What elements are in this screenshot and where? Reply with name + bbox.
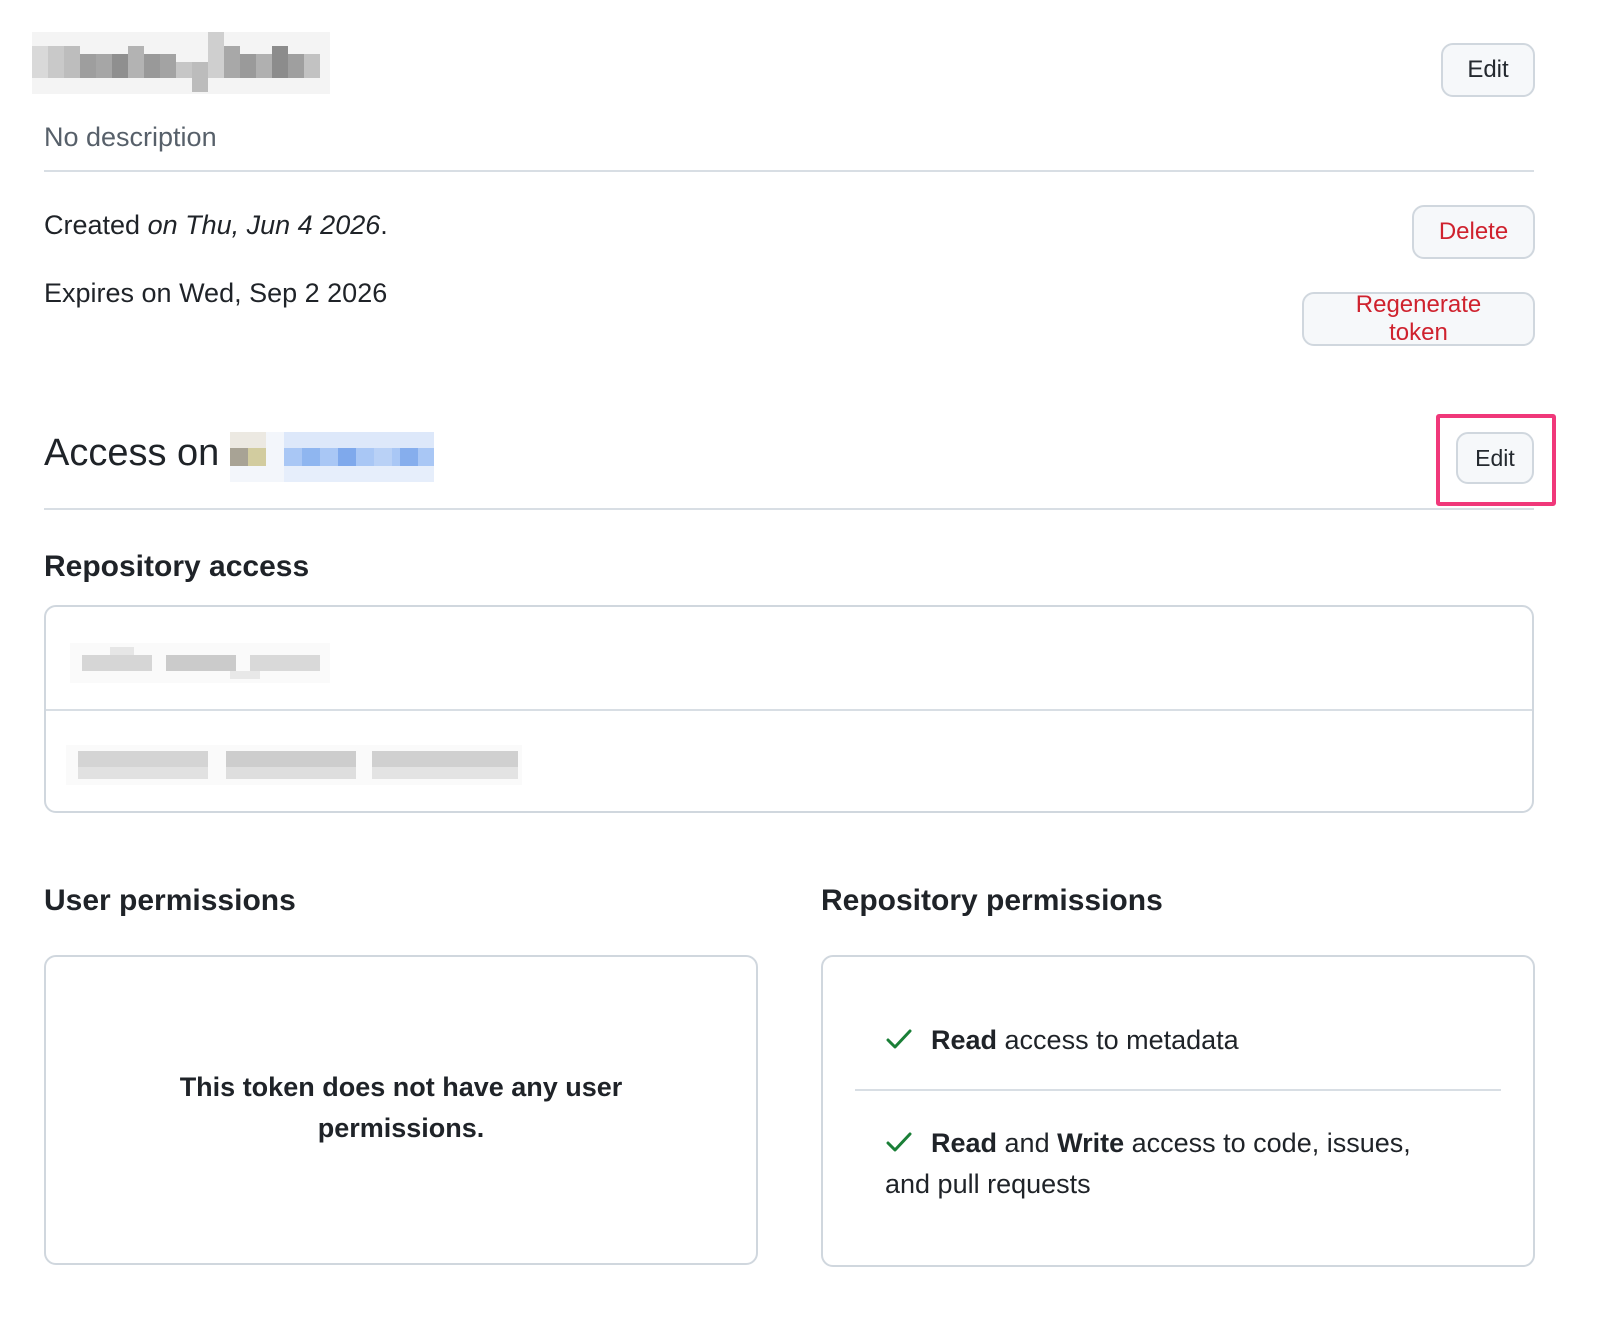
access-heading: Access on bbox=[44, 432, 220, 474]
check-icon bbox=[885, 1022, 913, 1049]
expiration-date-text: Expires on Wed, Sep 2 2026 bbox=[44, 278, 388, 308]
edit-token-button[interactable]: Edit bbox=[1441, 43, 1535, 97]
permission-item: Read access to metadata bbox=[885, 1020, 1453, 1061]
permission-item: Read and Write access to code, issues, a… bbox=[885, 1123, 1453, 1205]
token-name-redacted bbox=[32, 32, 330, 94]
repository-permissions-title: Repository permissions bbox=[821, 884, 1163, 917]
check-icon bbox=[885, 1125, 913, 1152]
token-description: No description bbox=[44, 122, 217, 152]
repository-item-redacted bbox=[70, 643, 330, 683]
repository-list-divider bbox=[46, 709, 1532, 711]
access-divider bbox=[44, 508, 1534, 510]
repository-access-list bbox=[44, 605, 1534, 813]
no-user-permissions-message: This token does not have any user permis… bbox=[179, 1072, 623, 1143]
delete-token-button[interactable]: Delete bbox=[1412, 205, 1535, 259]
organization-name-redacted bbox=[230, 432, 434, 482]
permission-divider bbox=[855, 1089, 1501, 1091]
user-permissions-title: User permissions bbox=[44, 884, 296, 917]
highlight-annotation bbox=[1436, 414, 1556, 506]
created-date-text: Created on Thu, Jun 4 2026. bbox=[44, 210, 388, 240]
header-divider bbox=[44, 170, 1534, 172]
repository-permissions-panel: Read access to metadata Read and Write a… bbox=[821, 955, 1535, 1267]
regenerate-token-button[interactable]: Regenerate token bbox=[1302, 291, 1535, 346]
repository-access-title: Repository access bbox=[44, 550, 310, 583]
repository-item-redacted bbox=[66, 745, 522, 785]
user-permissions-panel: This token does not have any user permis… bbox=[44, 955, 758, 1265]
